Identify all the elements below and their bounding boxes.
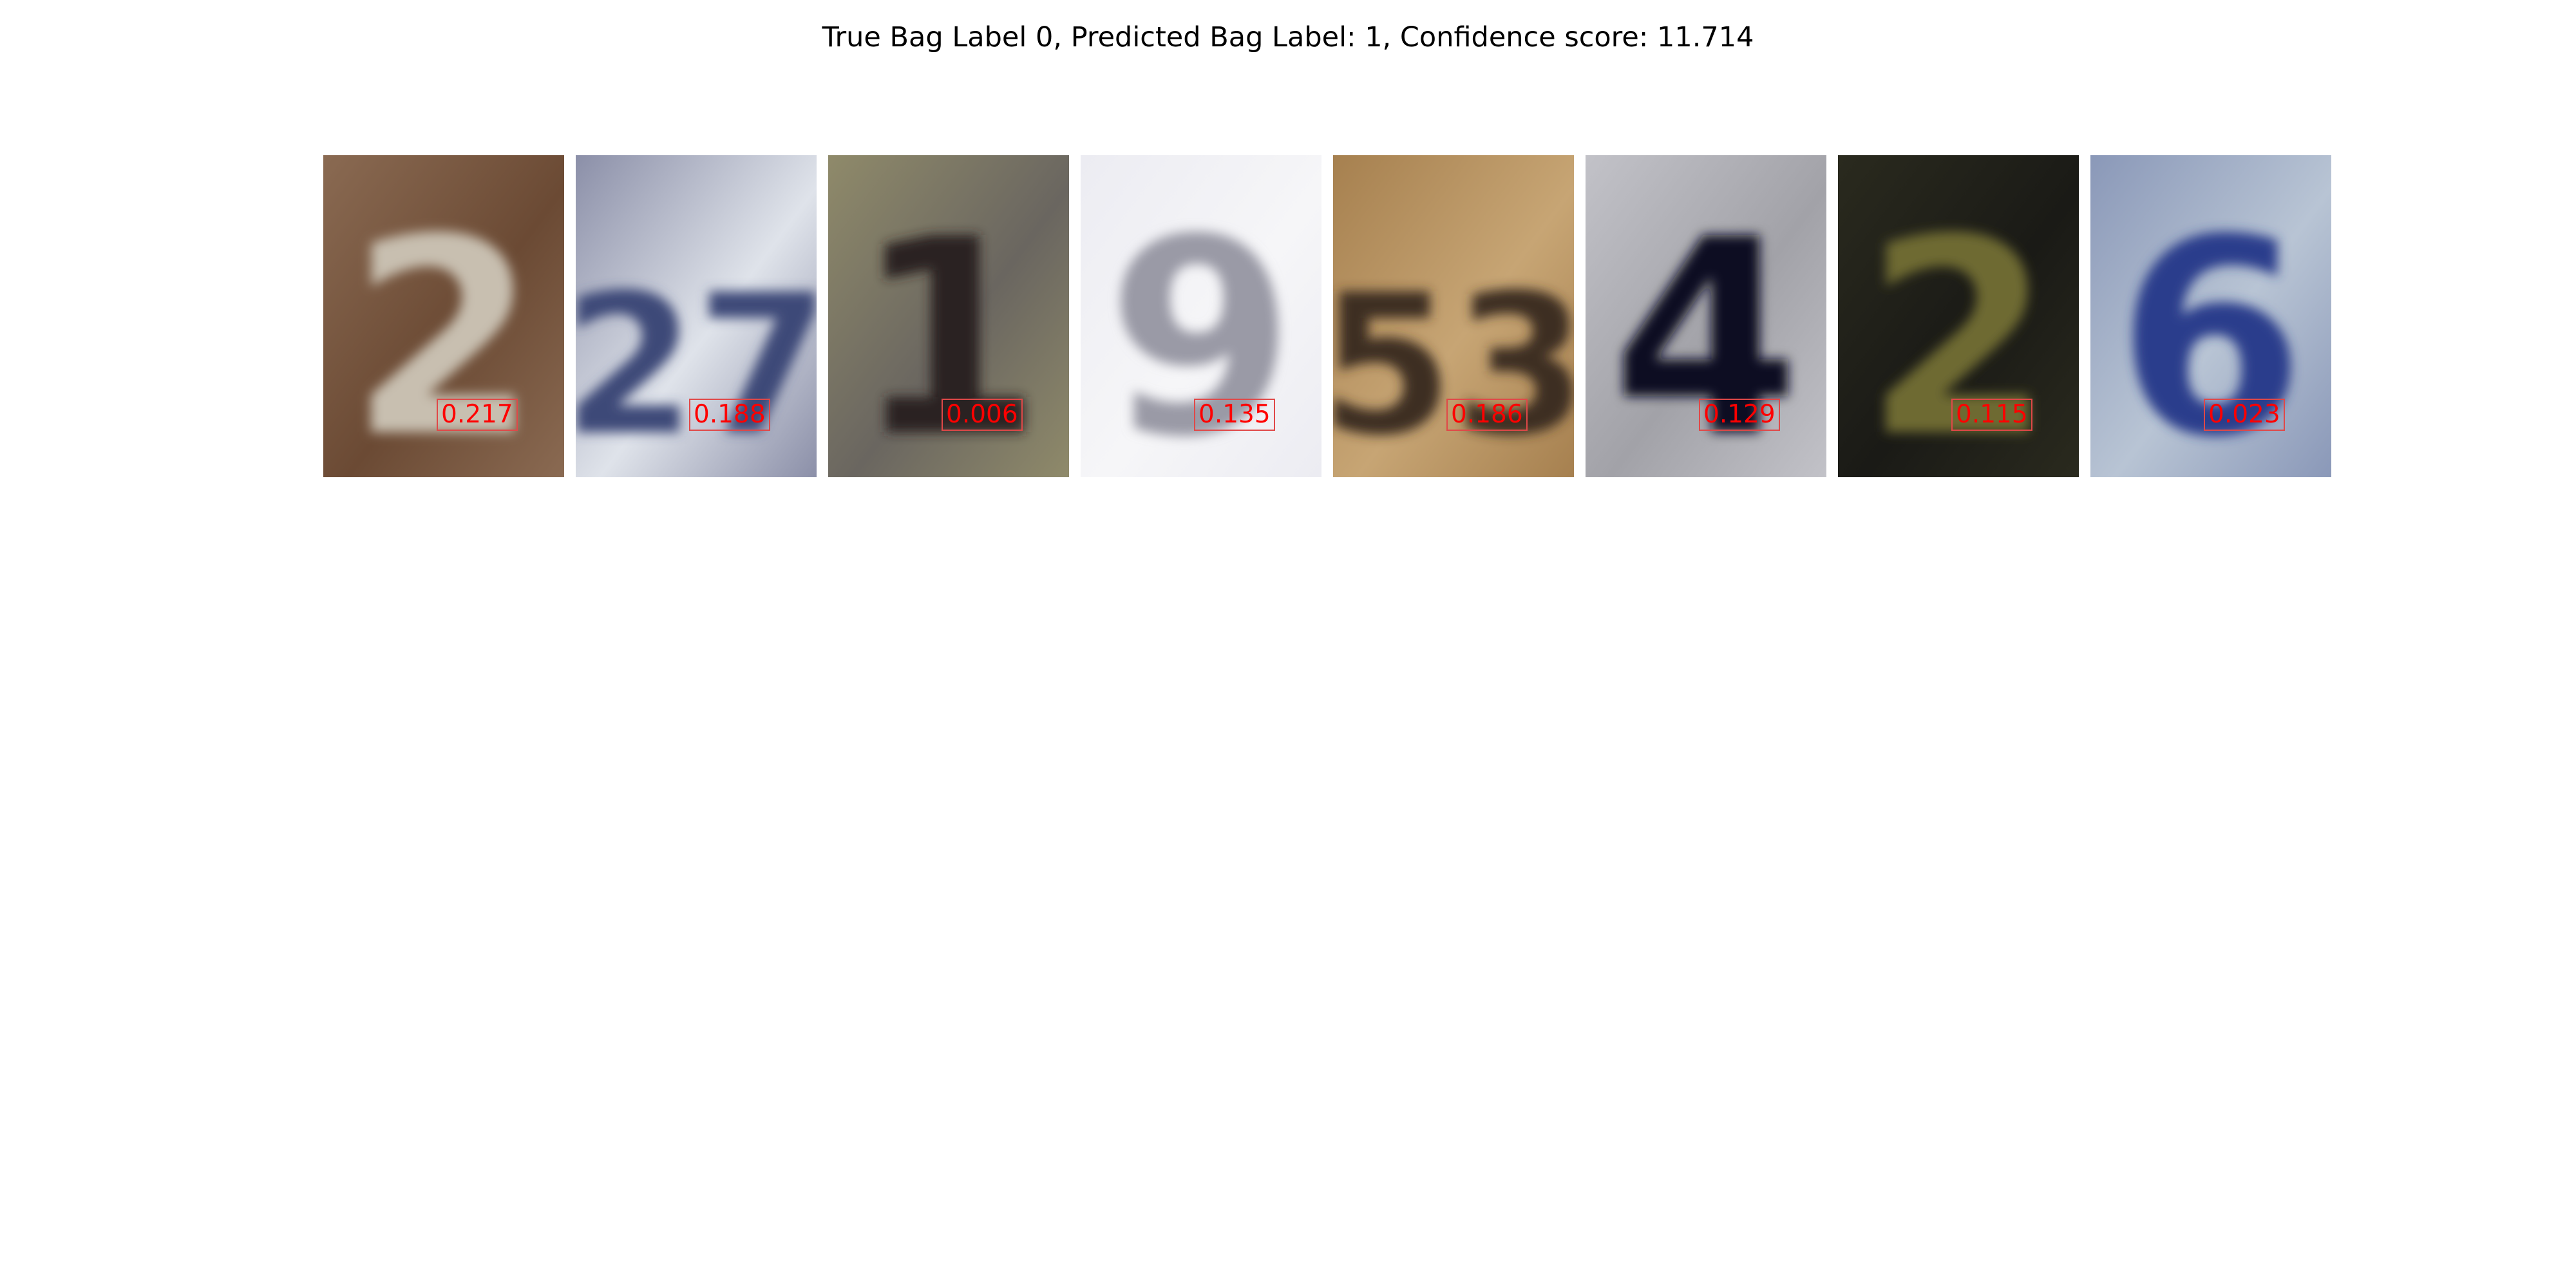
instance-tile: 2 0.115 — [1838, 155, 2079, 477]
attention-score: 0.217 — [437, 399, 518, 431]
attention-score: 0.135 — [1194, 399, 1275, 431]
svg-text:53: 53 — [1333, 253, 1574, 477]
svg-text:9: 9 — [1107, 182, 1295, 477]
instance-tile: 27 0.188 — [576, 155, 817, 477]
svg-text:1: 1 — [855, 182, 1043, 477]
attention-score: 0.006 — [942, 399, 1023, 431]
instance-tile: 9 0.135 — [1081, 155, 1321, 477]
instance-tile: 2 0.217 — [323, 155, 564, 477]
figure-title: True Bag Label 0, Predicted Bag Label: 1… — [822, 21, 1754, 53]
attention-score: 0.129 — [1699, 399, 1780, 431]
svg-text:2: 2 — [1864, 182, 2052, 477]
svg-text:6: 6 — [2117, 182, 2305, 477]
instance-tile: 1 0.006 — [828, 155, 1069, 477]
attention-score: 0.023 — [2204, 399, 2285, 431]
svg-text:4: 4 — [1612, 182, 1800, 477]
svg-text:27: 27 — [576, 253, 817, 477]
attention-score: 0.115 — [1951, 399, 2032, 431]
svg-text:2: 2 — [350, 182, 538, 477]
instance-tile: 4 0.129 — [1586, 155, 1826, 477]
attention-score: 0.186 — [1446, 399, 1528, 431]
attention-score: 0.188 — [689, 399, 770, 431]
instance-tile: 6 0.023 — [2090, 155, 2331, 477]
instance-tile: 53 0.186 — [1333, 155, 1574, 477]
